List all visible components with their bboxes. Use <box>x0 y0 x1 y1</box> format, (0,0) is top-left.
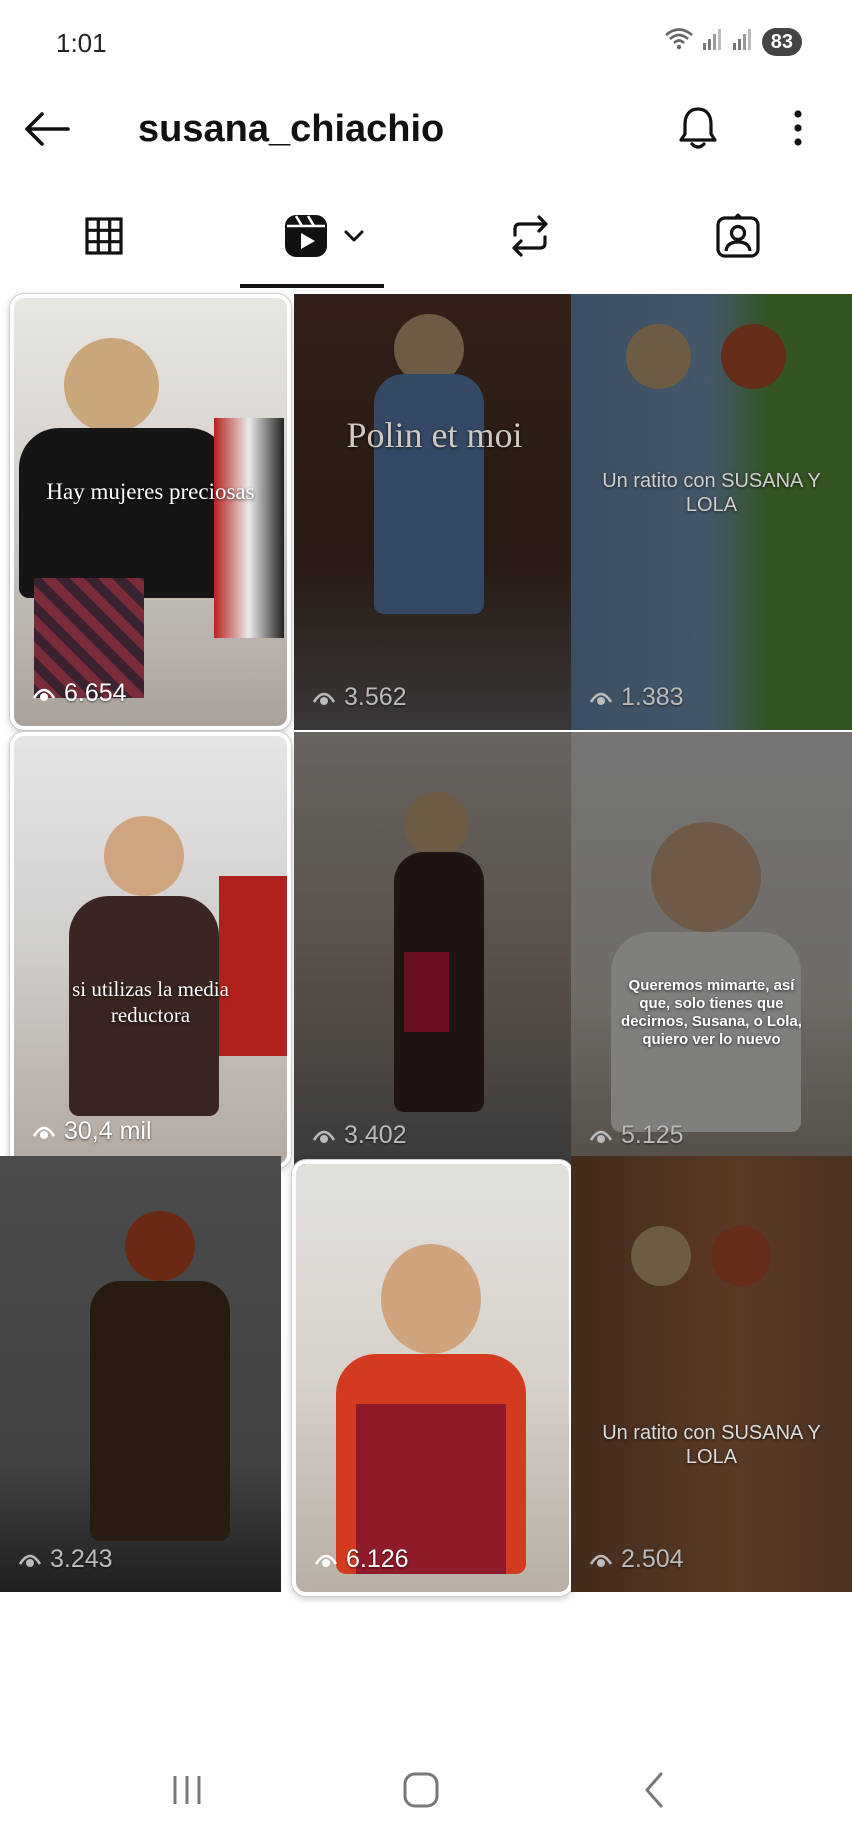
tagged-person-icon <box>716 213 760 258</box>
profile-header: susana_chiachio <box>0 88 852 170</box>
reel-item[interactable]: Un ratito con SUSANA Y LOLA 2.504 <box>571 1156 852 1592</box>
reel-view-count: 1.383 <box>621 683 684 711</box>
status-time: 1:01 <box>56 28 107 58</box>
views-eye-icon <box>18 1554 42 1567</box>
tab-posts[interactable] <box>76 206 132 266</box>
status-icons: 83 <box>664 26 802 57</box>
reel-item[interactable]: Hay mujeres preciosas 6.654 <box>10 294 291 730</box>
tab-reels[interactable] <box>276 206 372 266</box>
home-button[interactable] <box>391 1760 451 1820</box>
signal-icon-2 <box>732 27 754 56</box>
tab-reposts[interactable] <box>502 206 558 266</box>
signal-icon <box>702 27 724 56</box>
chevron-left-icon <box>645 1772 663 1808</box>
back-nav-button[interactable] <box>624 1760 684 1820</box>
views-eye-icon <box>312 1130 336 1143</box>
views-eye-icon <box>314 1554 338 1567</box>
reel-views: 1.383 <box>589 683 684 712</box>
reel-overlay-text: Queremos mimarte, así que, solo tienes q… <box>621 977 802 1048</box>
views-eye-icon <box>32 1126 56 1139</box>
reel-views: 6.126 <box>314 1545 409 1574</box>
reel-views: 6.654 <box>32 679 127 708</box>
more-options-button[interactable] <box>778 102 818 154</box>
repost-icon <box>512 215 548 257</box>
reel-view-count: 6.654 <box>64 679 127 707</box>
reel-item[interactable]: 6.126 <box>292 1160 573 1596</box>
reel-item[interactable]: 3.243 <box>0 1156 281 1592</box>
chevron-down-icon <box>344 230 364 242</box>
active-tab-indicator <box>240 284 384 288</box>
reel-view-count: 6.126 <box>346 1545 409 1573</box>
reels-icon <box>285 215 327 257</box>
reel-item[interactable]: si utilizas la media reductora 30,4 mil <box>10 732 291 1168</box>
reel-view-count: 3.562 <box>344 683 407 711</box>
reel-item[interactable]: Polin et moi 3.562 <box>294 294 575 730</box>
reel-views: 3.562 <box>312 683 407 712</box>
wifi-icon <box>664 26 694 57</box>
profile-username: susana_chiachio <box>138 108 445 150</box>
system-navigation-bar <box>0 1740 852 1847</box>
views-eye-icon <box>589 1554 613 1567</box>
reel-item[interactable]: Queremos mimarte, así que, solo tienes q… <box>571 732 852 1168</box>
reel-views: 5.125 <box>589 1121 684 1150</box>
reel-overlay-text: Polin et moi <box>346 415 523 455</box>
reel-overlay-text: si utilizas la media reductora <box>72 977 229 1027</box>
views-eye-icon <box>312 692 336 705</box>
recent-apps-icon <box>173 1776 201 1804</box>
more-vertical-icon <box>794 110 802 146</box>
grid-icon <box>85 217 123 255</box>
recent-apps-button[interactable] <box>157 1760 217 1820</box>
reel-views: 3.243 <box>18 1545 113 1574</box>
reels-grid: Hay mujeres preciosas 6.654 Polin et moi… <box>0 294 852 1606</box>
profile-tabs <box>0 198 852 290</box>
reel-views: 2.504 <box>589 1545 684 1574</box>
reel-view-count: 3.243 <box>50 1545 113 1573</box>
home-icon <box>403 1772 439 1808</box>
views-eye-icon <box>589 1130 613 1143</box>
notifications-button[interactable] <box>672 102 724 154</box>
reel-view-count: 30,4 mil <box>64 1117 152 1145</box>
status-bar: 1:01 83 <box>0 0 852 88</box>
arrow-left-icon <box>25 112 70 146</box>
views-eye-icon <box>32 688 56 701</box>
reel-view-count: 5.125 <box>621 1121 684 1149</box>
reel-item[interactable]: Un ratito con SUSANA Y LOLA 1.383 <box>571 294 852 730</box>
reel-overlay-text: Hay mujeres preciosas <box>46 479 255 504</box>
reel-view-count: 2.504 <box>621 1545 684 1573</box>
reel-views: 3.402 <box>312 1121 407 1150</box>
reel-view-count: 3.402 <box>344 1121 407 1149</box>
back-button[interactable] <box>22 104 72 154</box>
bell-icon <box>679 107 717 149</box>
reel-overlay-text: Un ratito con SUSANA Y LOLA <box>602 470 821 516</box>
battery-indicator: 83 <box>761 27 802 56</box>
reel-overlay-text: Un ratito con SUSANA Y LOLA <box>602 1422 821 1468</box>
tab-tagged[interactable] <box>710 206 766 266</box>
views-eye-icon <box>589 692 613 705</box>
reel-views: 30,4 mil <box>32 1117 152 1146</box>
reel-item[interactable]: 3.402 <box>294 732 575 1168</box>
